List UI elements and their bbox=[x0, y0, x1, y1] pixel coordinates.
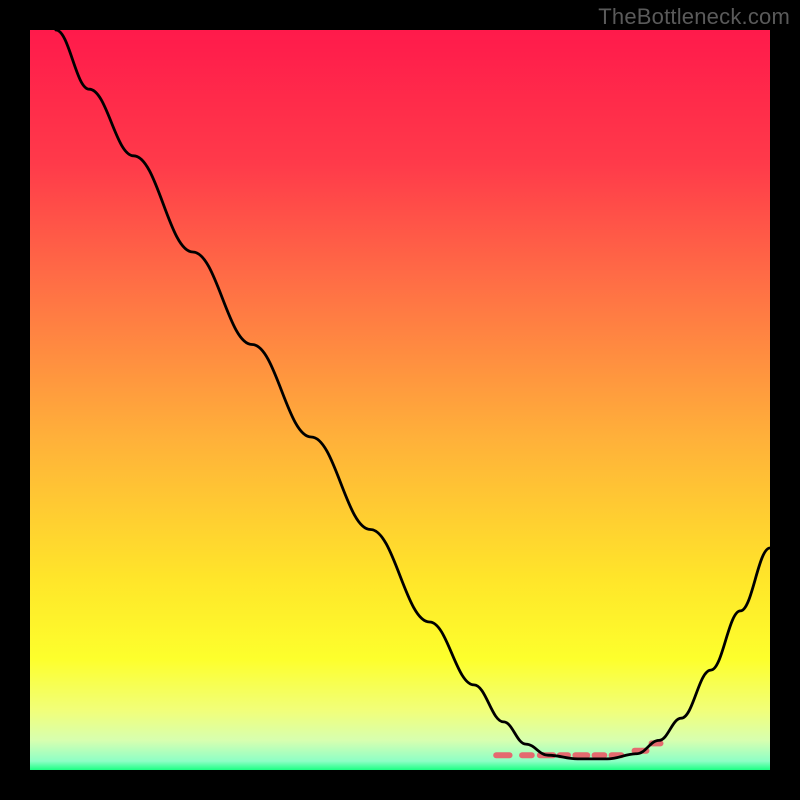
plot-svg bbox=[30, 30, 770, 770]
chart-frame: TheBottleneck.com bbox=[0, 0, 800, 800]
plot-area bbox=[30, 30, 770, 770]
watermark-text: TheBottleneck.com bbox=[598, 4, 790, 30]
curve-path bbox=[56, 30, 770, 759]
